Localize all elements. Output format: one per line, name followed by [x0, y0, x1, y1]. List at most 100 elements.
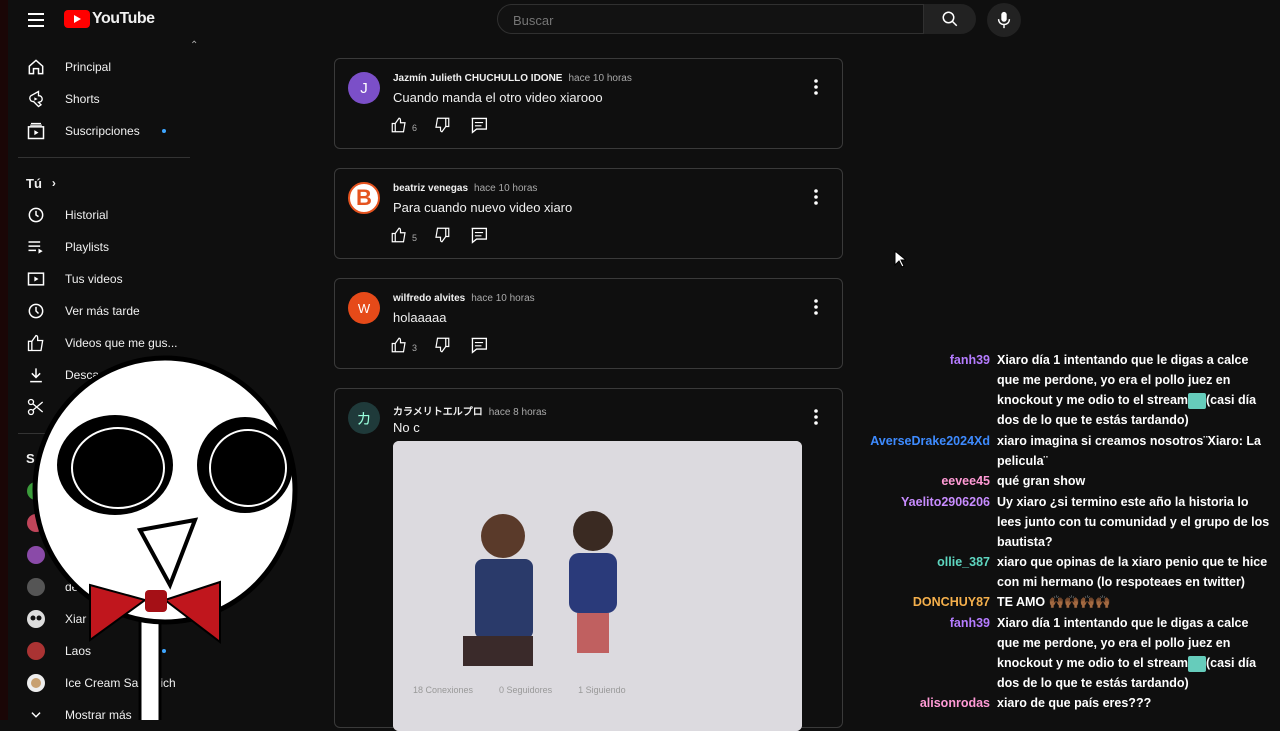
emote-icon	[1188, 392, 1207, 409]
avatar[interactable]: カ	[348, 402, 380, 434]
chat-username: ollie_387	[937, 555, 990, 569]
search-button[interactable]	[924, 4, 976, 34]
comment-text: Para cuando nuevo video xiaro	[393, 200, 573, 215]
comment-text: No c	[393, 420, 420, 435]
comment-author[interactable]: Jazmín Julieth CHUCHULLO IDONE	[393, 73, 562, 84]
sidebar-item-principal[interactable]: Principal	[26, 53, 111, 81]
like-icon[interactable]	[390, 226, 408, 249]
comment-header: カラメリトエルプロ hace 8 horas	[393, 403, 547, 418]
chat-text: xiaro de que país eres???	[997, 696, 1152, 710]
comment-image[interactable]: 18 Conexiones 0 Seguidores 1 Siguiendo	[393, 441, 802, 731]
dislike-icon[interactable]	[433, 336, 451, 359]
sidebar-item-historial[interactable]: Historial	[26, 201, 108, 229]
more-options-icon[interactable]	[814, 299, 818, 320]
comment-actions: 3	[390, 336, 489, 359]
like-count: 5	[412, 232, 418, 243]
subscriptions-icon	[26, 121, 46, 141]
search-box	[497, 4, 924, 35]
search-icon	[942, 11, 958, 27]
divider	[18, 157, 190, 158]
playlists-icon	[26, 237, 46, 257]
voice-search-button[interactable]	[987, 3, 1021, 37]
comment-header: beatriz venegas hace 10 horas	[393, 183, 537, 194]
chat-username: alisonrodas	[919, 696, 990, 710]
streamer-avatar-overlay	[0, 350, 310, 731]
reply-icon[interactable]	[469, 336, 489, 359]
avatar[interactable]: J	[348, 72, 380, 104]
menu-icon[interactable]	[24, 8, 48, 32]
more-options-icon[interactable]	[814, 409, 818, 430]
comment-text: Cuando manda el otro video xiarooo	[393, 90, 603, 105]
comment-card: カ カラメリトエルプロ hace 8 horas No c 18 Conexion…	[334, 388, 843, 731]
avatar[interactable]: W	[348, 292, 380, 324]
collapse-caret-icon[interactable]: ⌃	[190, 40, 198, 51]
like-icon[interactable]	[390, 336, 408, 359]
mouse-cursor-icon	[894, 249, 908, 273]
chat-text: xiaro que opinas de la xiaro penio que t…	[997, 555, 1268, 589]
search-input[interactable]	[511, 5, 895, 35]
chat-username: DONCHUY87	[912, 595, 990, 609]
comment-header: wilfredo alvites hace 10 horas	[393, 293, 535, 304]
dislike-icon[interactable]	[433, 226, 451, 249]
shorts-icon	[26, 89, 46, 109]
chat-username: eevee45	[941, 474, 990, 488]
skull-character-icon	[32, 355, 298, 731]
chat-username: Yaelito2906206	[901, 495, 990, 509]
avatar[interactable]: B	[348, 182, 380, 214]
sidebar-item-label: Historial	[65, 208, 109, 222]
sidebar-item-playlists[interactable]: Playlists	[26, 233, 109, 261]
watch-later-icon	[26, 301, 46, 321]
section-title: Tú	[26, 175, 42, 191]
section-tu[interactable]: Tú ›	[26, 169, 56, 197]
comment-card: J Jazmín Julieth CHUCHULLO IDONE hace 10 …	[334, 58, 843, 149]
logo-text: YouTube	[92, 10, 155, 27]
sidebar-item-ver-mas-tarde[interactable]: Ver más tarde	[26, 297, 140, 325]
more-options-icon[interactable]	[814, 189, 818, 210]
more-options-icon[interactable]	[814, 79, 818, 100]
youtube-logo[interactable]: YouTube	[64, 10, 155, 28]
comment-author[interactable]: beatriz venegas	[393, 183, 468, 194]
sidebar-item-suscripciones[interactable]: Suscripciones	[26, 117, 140, 145]
chat-username: fanh39	[949, 616, 990, 630]
comment-card: W wilfredo alvites hace 10 horas holaaaaa…	[334, 278, 843, 369]
stat-label: 18 Conexiones	[413, 685, 474, 695]
chat-message: fanh39 Xiaro día 1 intentando que le dig…	[860, 613, 1280, 693]
your-videos-icon	[26, 269, 46, 289]
stat-label: 0 Seguidores	[499, 685, 553, 695]
comment-actions: 6	[390, 116, 489, 139]
home-icon	[26, 57, 46, 77]
reply-icon[interactable]	[469, 226, 489, 249]
dislike-icon[interactable]	[433, 116, 451, 139]
reply-icon[interactable]	[469, 116, 489, 139]
comment-actions: 5	[390, 226, 489, 249]
comment-time[interactable]: hace 10 horas	[474, 183, 537, 194]
chat-text: xiaro imagina si creamos nosotros¨Xiaro:…	[997, 434, 1261, 468]
history-icon	[26, 205, 46, 225]
youtube-logo-icon	[64, 10, 90, 28]
comment-author[interactable]: wilfredo alvites	[393, 293, 465, 304]
sidebar-item-shorts[interactable]: Shorts	[26, 85, 100, 113]
avatar-letter: J	[360, 79, 368, 97]
comment-time[interactable]: hace 8 horas	[489, 407, 547, 418]
sidebar-item-tus-videos[interactable]: Tus videos	[26, 265, 123, 293]
sidebar-item-label: Principal	[65, 60, 112, 74]
sidebar-item-label: Shorts	[65, 92, 100, 106]
chat-text: qué gran show	[997, 474, 1086, 488]
comment-author[interactable]: カラメリトエルプロ	[393, 407, 483, 418]
sidebar-item-label: Playlists	[65, 240, 110, 254]
comment-card: B beatriz venegas hace 10 horas Para cuan…	[334, 168, 843, 259]
like-icon[interactable]	[390, 116, 408, 139]
comment-time[interactable]: hace 10 horas	[568, 73, 631, 84]
sidebar-item-label: Ver más tarde	[65, 304, 140, 318]
comment-time[interactable]: hace 10 horas	[471, 293, 534, 304]
chevron-right-icon: ›	[51, 176, 56, 190]
chat-username: AverseDrake2024Xd	[870, 434, 990, 448]
top-bar: YouTube	[0, 0, 1280, 40]
chat-text: Uy xiaro ¿si termino este año la histori…	[997, 495, 1270, 549]
profile-stats: 18 Conexiones 0 Seguidores 1 Siguiendo	[413, 685, 626, 695]
comment-text: holaaaaa	[393, 310, 447, 325]
comment-header: Jazmín Julieth CHUCHULLO IDONE hace 10 ho…	[393, 73, 632, 84]
new-content-dot	[162, 129, 166, 133]
avatar-letter: W	[357, 300, 371, 316]
chat-message: fanh39 Xiaro día 1 intentando que le dig…	[860, 352, 1280, 430]
